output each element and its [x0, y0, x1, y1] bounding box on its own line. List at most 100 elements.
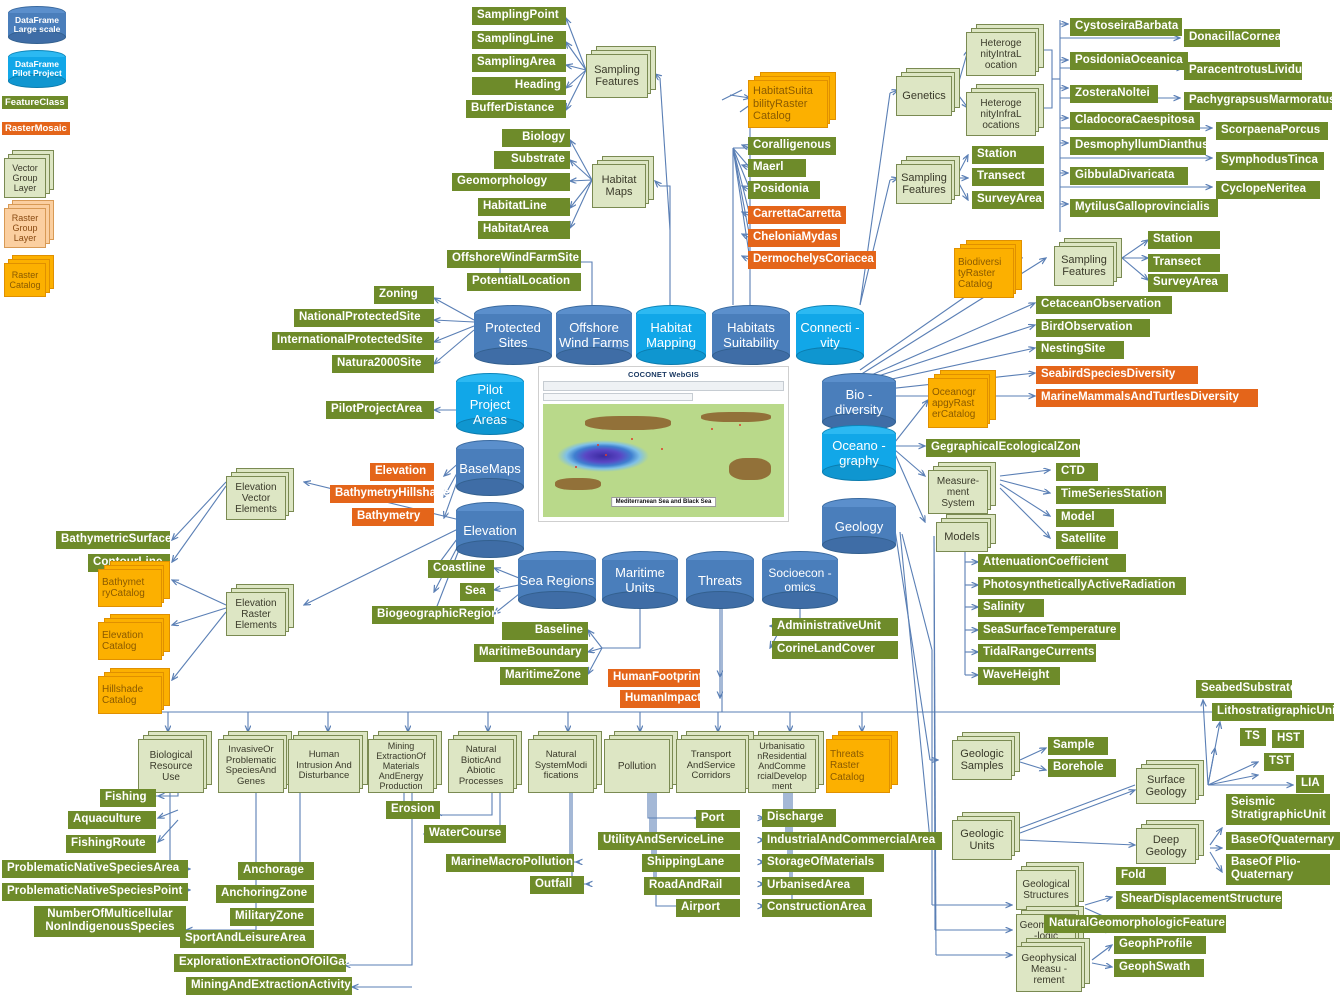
feature-class-tst[interactable]: TST	[1264, 753, 1294, 771]
feature-class-national-protected-site[interactable]: NationalProtectedSite	[294, 309, 434, 327]
raster-mosaic-dermochelys-coriacea[interactable]: DermochelysCoriacea	[748, 251, 876, 269]
feature-class-military-zone[interactable]: MilitaryZone	[230, 908, 314, 926]
coconet-webgis-screenshot[interactable]: COCONET WebGIS Mediterranean Sea and Bla…	[538, 366, 789, 522]
group-layer-heterogeneity-intra-location[interactable]: Heteroge nityIntraL ocation	[966, 24, 1044, 76]
raster-catalog-oceanography[interactable]: Oceanogr apgyRast erCatalog	[928, 370, 996, 428]
group-layer-surface-geology[interactable]: Surface Geology	[1136, 760, 1204, 804]
feature-class-exploration-extraction-of-oil-gas[interactable]: ExplorationExtractionOfOilGas	[174, 954, 351, 972]
feature-class-gibbula-divaricata[interactable]: GibbulaDivaricata	[1070, 167, 1188, 185]
feature-class-desmophyllum-dianthus[interactable]: DesmophyllumDianthus	[1070, 137, 1209, 155]
group-layer-elevation-vector-elements[interactable]: Elevation Vector Elements	[226, 468, 294, 520]
cylinder-elevation[interactable]: Elevation	[456, 502, 524, 558]
feature-class-salinity[interactable]: Salinity	[978, 599, 1044, 617]
cylinder-threats[interactable]: Threats	[686, 551, 754, 609]
cylinder-offshore-wind-farms[interactable]: Offshore Wind Farms	[556, 305, 632, 365]
feature-class-storage-of-materials[interactable]: StorageOfMaterials	[762, 854, 884, 872]
feature-class-cystoseira-barbata[interactable]: CystoseiraBarbata	[1070, 18, 1182, 36]
group-layer-geological-structures[interactable]: Geological Structures	[1016, 862, 1084, 910]
feature-class-cetacean-observation[interactable]: CetaceanObservation	[1036, 296, 1172, 314]
feature-class-tidal-range-currents[interactable]: TidalRangeCurrents	[978, 644, 1096, 662]
feature-class-anchorage[interactable]: Anchorage	[238, 862, 314, 880]
raster-catalog-habitat-suitability[interactable]: HabitatSuita bilityRaster Catalog	[748, 72, 836, 128]
feature-class-anchoring-zone[interactable]: AnchoringZone	[216, 885, 314, 903]
cylinder-oceanography[interactable]: Oceano -graphy	[822, 425, 896, 481]
feature-class-seismic-stratigraphic-unit[interactable]: Seismic StratigraphicUnit	[1226, 794, 1330, 825]
raster-mosaic-elevation[interactable]: Elevation	[370, 463, 434, 481]
feature-class-time-series-station[interactable]: TimeSeriesStation	[1056, 486, 1166, 504]
feature-class-substrate[interactable]: Substrate	[494, 151, 570, 169]
feature-class-wave-height[interactable]: WaveHeight	[978, 667, 1060, 685]
feature-class-natura-2000-site[interactable]: Natura2000Site	[332, 355, 434, 373]
feature-class-base-of-plio-quaternary[interactable]: BaseOf Plio-Quaternary	[1226, 854, 1330, 885]
group-layer-geophysical-measurement[interactable]: Geophysical Measu -rement	[1016, 938, 1090, 992]
raster-mosaic-marine-mammals-turtles-diversity[interactable]: MarineMammalsAndTurtlesDiversity	[1036, 389, 1258, 407]
feature-class-erosion[interactable]: Erosion	[386, 801, 440, 819]
feature-class-scorpaena-porcus[interactable]: ScorpaenaPorcus	[1216, 122, 1328, 140]
feature-class-international-protected-site[interactable]: InternationalProtectedSite	[272, 332, 434, 350]
feature-class-geographical-ecological-zone[interactable]: GegraphicalEcologicalZone	[926, 439, 1085, 457]
webgis-map-canvas[interactable]: Mediterranean Sea and Black Sea	[543, 404, 784, 517]
cylinder-basemaps[interactable]: BaseMaps	[456, 440, 524, 496]
group-layer-habitat-maps[interactable]: Habitat Maps	[592, 156, 654, 208]
raster-catalog-biodiversity[interactable]: Biodiversi tyRaster Catalog	[954, 240, 1022, 298]
cylinder-socioeconomics[interactable]: Socioecon -omics	[762, 551, 838, 609]
feature-class-potential-location[interactable]: PotentialLocation	[467, 273, 581, 291]
feature-class-sport-and-leisure-area[interactable]: SportAndLeisureArea	[180, 930, 314, 948]
feature-class-problematic-native-species-area[interactable]: ProblematicNativeSpeciesArea	[2, 860, 188, 878]
feature-class-symphodus-tinca[interactable]: SymphodusTinca	[1216, 152, 1324, 170]
feature-class-lia[interactable]: LIA	[1296, 775, 1324, 793]
feature-class-discharge[interactable]: Discharge	[762, 809, 836, 827]
group-layer-mining-extraction-of-materials-and-energy-production[interactable]: Mining ExtractionOf Materials AndEnergy …	[368, 731, 442, 793]
feature-class-ts[interactable]: TS	[1240, 728, 1266, 746]
group-layer-sampling-features-genetics[interactable]: Sampling Features	[896, 156, 960, 204]
feature-class-zoning[interactable]: Zoning	[374, 286, 434, 304]
cylinder-protected-sites[interactable]: Protected Sites	[474, 305, 552, 365]
feature-class-satellite[interactable]: Satellite	[1056, 531, 1118, 549]
feature-class-cladocora-caespitosa[interactable]: CladocoraCaespitosa	[1070, 112, 1200, 130]
webgis-search-bar[interactable]	[543, 393, 693, 401]
feature-class-biology[interactable]: Biology	[502, 129, 570, 147]
feature-class-construction-area[interactable]: ConstructionArea	[762, 899, 872, 917]
feature-class-maerl[interactable]: Maerl	[748, 159, 806, 177]
raster-catalog-threats[interactable]: Threats Raster Catalog	[826, 731, 898, 793]
cylinder-habitat-mapping[interactable]: Habitat Mapping	[636, 305, 706, 365]
group-layer-transport-and-service-corridors[interactable]: Transport AndService Corridors	[676, 731, 754, 793]
group-layer-genetics[interactable]: Genetics	[896, 68, 960, 116]
group-layer-natural-biotic-and-abiotic-processes[interactable]: Natural BioticAnd Abiotic Processes	[448, 731, 522, 793]
cylinder-habitats-suitability[interactable]: Habitats Suitability	[712, 305, 790, 365]
raster-catalog-bathymetry[interactable]: Bathymet ryCatalog	[98, 561, 170, 607]
feature-class-photosynthetically-active-radiation[interactable]: PhotosyntheticallyActiveRadiation	[978, 577, 1186, 595]
group-layer-human-intrusion-and-disturbance[interactable]: Human Intrusion And Disturbance	[288, 731, 368, 793]
feature-class-maritime-zone[interactable]: MaritimeZone	[500, 667, 588, 685]
feature-class-fold[interactable]: Fold	[1116, 867, 1166, 885]
feature-class-fishing-route[interactable]: FishingRoute	[66, 835, 156, 853]
feature-class-sea-surface-temperature[interactable]: SeaSurfaceTemperature	[978, 622, 1120, 640]
feature-class-geoph-swath[interactable]: GeophSwath	[1114, 959, 1204, 977]
feature-class-coralligenous[interactable]: Coralligenous	[748, 137, 836, 155]
feature-class-industrial-and-commercial-area[interactable]: IndustrialAndCommercialArea	[762, 832, 942, 850]
feature-class-bird-observation[interactable]: BirdObservation	[1036, 319, 1150, 337]
feature-class-cyclope-neritea[interactable]: CyclopeNeritea	[1216, 181, 1320, 199]
feature-class-zostera-noltei[interactable]: ZosteraNoltei	[1070, 85, 1158, 103]
cylinder-maritime-units[interactable]: Maritime Units	[602, 551, 678, 609]
feature-class-transect-genetics[interactable]: Transect	[972, 168, 1044, 186]
webgis-toolbar[interactable]	[543, 381, 784, 391]
feature-class-fishing[interactable]: Fishing	[100, 789, 156, 807]
feature-class-administrative-unit[interactable]: AdministrativeUnit	[772, 618, 898, 636]
group-layer-pollution[interactable]: Pollution	[604, 731, 678, 793]
feature-class-heading[interactable]: Heading	[472, 77, 566, 95]
group-layer-sampling-features-biodiversity[interactable]: Sampling Features	[1054, 238, 1122, 286]
feature-class-geoph-profile[interactable]: GeophProfile	[1114, 936, 1206, 954]
group-layer-deep-geology[interactable]: Deep Geology	[1136, 820, 1204, 864]
feature-class-posidonia[interactable]: Posidonia	[748, 181, 820, 199]
feature-class-ctd[interactable]: CTD	[1056, 463, 1098, 481]
feature-class-utility-and-service-line[interactable]: UtilityAndServiceLine	[598, 832, 740, 850]
feature-class-lithostratigraphic-unit[interactable]: LithostratigraphicUnit	[1212, 703, 1339, 721]
feature-class-mining-and-extraction-activity[interactable]: MiningAndExtractionActivity	[186, 977, 352, 995]
group-layer-natural-system-modifications[interactable]: Natural SystemModi fications	[528, 731, 602, 793]
feature-class-seabed-substrate[interactable]: SeabedSubstrate	[1196, 680, 1296, 698]
group-layer-measurement-system[interactable]: Measure- ment System	[928, 462, 996, 514]
raster-mosaic-bathymetry[interactable]: Bathymetry	[352, 508, 434, 526]
feature-class-aquaculture[interactable]: Aquaculture	[68, 811, 156, 829]
feature-class-outfall[interactable]: Outfall	[530, 876, 584, 894]
